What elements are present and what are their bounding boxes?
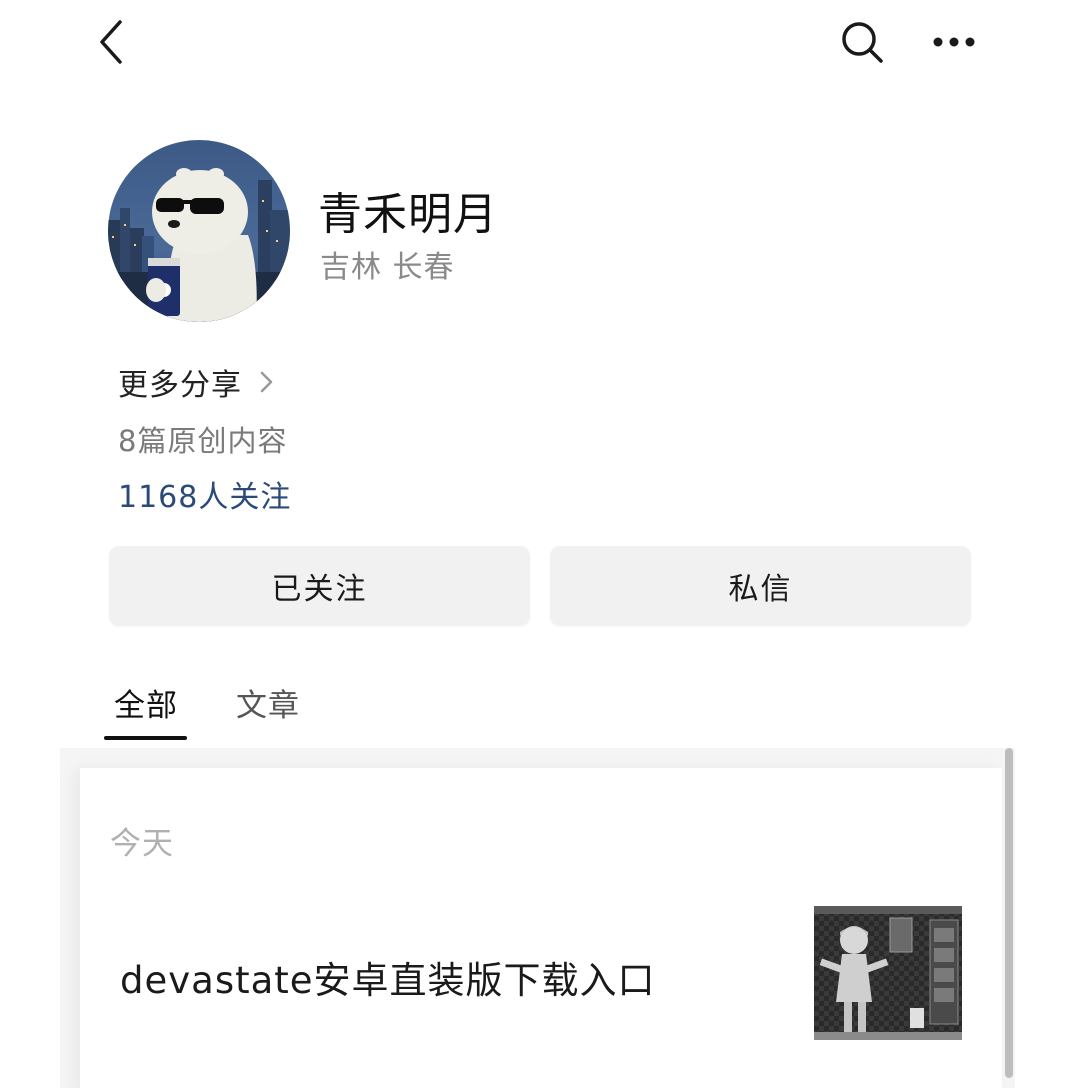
search-button[interactable] bbox=[836, 16, 888, 68]
message-button[interactable]: 私信 bbox=[550, 546, 971, 626]
profile-location: 吉林 长春 bbox=[320, 250, 455, 285]
profile-name: 青禾明月 bbox=[318, 189, 498, 240]
active-tab-indicator bbox=[104, 736, 187, 740]
tab-articles[interactable]: 文章 bbox=[236, 680, 300, 725]
followed-button[interactable]: 已关注 bbox=[109, 546, 530, 626]
article-thumbnail[interactable] bbox=[814, 906, 962, 1040]
chevron-right-icon bbox=[260, 371, 273, 393]
article-title[interactable]: devastate安卓直装版下载入口 bbox=[120, 950, 656, 1004]
date-group-label: 今天 bbox=[110, 826, 174, 862]
more-horizontal-icon bbox=[933, 37, 975, 47]
tab-all[interactable]: 全部 bbox=[114, 680, 178, 725]
followers-count-link[interactable]: 1168人关注 bbox=[118, 472, 291, 516]
more-share-link[interactable]: 更多分享 bbox=[118, 360, 276, 404]
scrollbar[interactable] bbox=[1005, 748, 1013, 1078]
content-tabs: 全部 文章 bbox=[104, 680, 1004, 742]
more-options-button[interactable] bbox=[928, 20, 980, 64]
polar-bear-avatar bbox=[108, 140, 290, 322]
game-screenshot-image bbox=[814, 906, 962, 1040]
top-bar bbox=[0, 0, 1080, 90]
profile-page: 青禾明月 吉林 长春 更多分享 8篇原创内容 1168人关注 已关注 私信 全部… bbox=[0, 0, 1080, 1088]
back-button[interactable] bbox=[90, 16, 138, 68]
chevron-left-icon bbox=[100, 20, 122, 64]
avatar[interactable] bbox=[108, 140, 290, 322]
more-share-label: 更多分享 bbox=[118, 368, 242, 403]
search-icon bbox=[842, 22, 883, 63]
original-content-count: 8篇原创内容 bbox=[118, 424, 288, 458]
